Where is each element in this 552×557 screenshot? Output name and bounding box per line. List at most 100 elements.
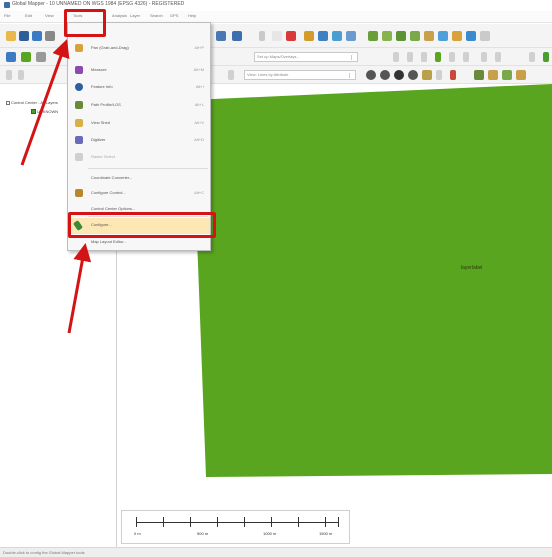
tree-item-layer[interactable]: UNKNOWN <box>31 109 58 115</box>
menu-item-measure[interactable]: Measure Alt+M <box>68 63 210 79</box>
eraser-icon[interactable] <box>272 31 282 41</box>
track-icon[interactable] <box>408 70 418 80</box>
menu-item-coordinate-converter[interactable]: Coordinate Converter... <box>68 171 210 187</box>
save-icon[interactable] <box>32 31 42 41</box>
menu-help[interactable]: Help <box>188 13 196 18</box>
open-folder-icon[interactable] <box>6 31 16 41</box>
ruler-icon[interactable] <box>436 70 442 80</box>
menu-item-shortcut: Alt+V <box>194 120 204 125</box>
grid-icon[interactable] <box>424 31 434 41</box>
zoom-full-icon[interactable] <box>332 31 342 41</box>
contour-icon[interactable] <box>382 31 392 41</box>
menu-item-shortcut: Alt+C <box>194 190 204 195</box>
view-style-select[interactable]: View: Lines by Attribute <box>244 70 356 80</box>
vector-icon[interactable] <box>21 52 31 62</box>
scale-tick <box>136 517 137 527</box>
zoom-out-icon[interactable] <box>318 31 328 41</box>
water-icon[interactable] <box>438 31 448 41</box>
menu-file[interactable]: File <box>4 13 10 18</box>
split-icon[interactable] <box>463 52 469 62</box>
scale-label: 0 m <box>134 531 141 536</box>
menu-item-shortcut: Alt+I <box>195 84 204 89</box>
connect-icon[interactable] <box>216 31 226 41</box>
menu-view[interactable]: View <box>45 13 54 18</box>
building-icon[interactable] <box>488 70 498 80</box>
layer-icon[interactable] <box>6 52 16 62</box>
scale-tick <box>325 517 326 527</box>
status-bar: Double-click to config the Global Mapper… <box>0 547 552 557</box>
scale-tick <box>338 517 339 527</box>
scale-icon[interactable] <box>529 52 535 62</box>
raster-icon <box>75 153 83 161</box>
menu-item-label: Coordinate Converter... <box>91 175 133 180</box>
chevron-right-icon[interactable] <box>480 31 490 41</box>
forest-icon[interactable] <box>502 70 512 80</box>
menu-item-label: Control Center Options... <box>91 206 136 211</box>
edit-vertex-icon[interactable] <box>449 52 455 62</box>
terrain-icon[interactable] <box>368 31 378 41</box>
globe-icon[interactable] <box>19 31 29 41</box>
info-icon <box>75 83 83 91</box>
menu-item-raster-select[interactable]: Raster Select <box>68 150 210 166</box>
window-title: Global Mapper - 10 UNNAMED ON WGS 1984 (… <box>12 1 185 7</box>
menu-item-label: Configure Control... <box>91 190 126 195</box>
control-icon <box>75 189 83 197</box>
menu-item-label: Raster Select <box>91 154 116 159</box>
menu-item-digitizer[interactable]: Digitizer Alt+D <box>68 133 210 149</box>
menu-item-label: View Shed <box>91 120 111 125</box>
star-icon[interactable] <box>516 70 526 80</box>
view3d-icon[interactable] <box>466 31 476 41</box>
configure-callout <box>68 212 216 238</box>
menu-analysis[interactable]: Analysis <box>112 13 127 18</box>
sun-icon[interactable] <box>452 31 462 41</box>
draw-area-icon[interactable] <box>407 52 413 62</box>
menu-separator <box>88 168 208 169</box>
print-icon[interactable] <box>45 31 55 41</box>
draw-point-icon[interactable] <box>421 52 427 62</box>
slope-icon[interactable] <box>410 31 420 41</box>
menu-item-path-profile[interactable]: Path Profile/LOS Alt+L <box>68 98 210 114</box>
menu-edit[interactable]: Edit <box>25 13 32 18</box>
menu-search[interactable]: Search <box>150 13 163 18</box>
menu-item-label: Feature Info <box>91 84 113 89</box>
menu-gps[interactable]: GPS <box>170 13 178 18</box>
layer-icon <box>31 109 36 115</box>
delete-icon[interactable] <box>286 31 296 41</box>
zoom-in-icon[interactable] <box>304 31 314 41</box>
gps-icon[interactable] <box>394 70 404 80</box>
elevation-icon[interactable] <box>396 31 406 41</box>
circle-tool-icon[interactable] <box>366 70 376 80</box>
tree-icon[interactable] <box>474 70 484 80</box>
zoom-extents-icon[interactable] <box>346 31 356 41</box>
pointer-icon[interactable] <box>228 70 234 80</box>
scale-tick <box>244 517 245 527</box>
maps-overlays-select-label: Set up Maps/Overlays... <box>257 54 300 59</box>
maps-overlays-select[interactable]: Set up Maps/Overlays... <box>254 52 358 62</box>
pencil-icon[interactable] <box>259 31 265 41</box>
app-icon <box>4 2 10 8</box>
menu-item-configure-control[interactable]: Configure Control... Alt+C <box>68 186 210 202</box>
record-icon[interactable] <box>380 70 390 80</box>
tree-root[interactable]: Control Center - All Layers <box>6 100 58 105</box>
map-polygon[interactable] <box>191 84 552 477</box>
hand-icon <box>75 44 83 52</box>
arrow-right-icon[interactable] <box>18 70 24 80</box>
shape-icon[interactable] <box>543 52 549 62</box>
settings-icon[interactable] <box>232 31 242 41</box>
menu-item-pan[interactable]: Pan (Grab-and-Drag) Alt+P <box>68 41 210 57</box>
marker-icon[interactable] <box>450 70 456 80</box>
arrow-left-icon[interactable] <box>6 70 12 80</box>
rotate-icon[interactable] <box>495 52 501 62</box>
scale-tick <box>298 517 299 527</box>
edit-line-icon[interactable] <box>435 52 441 62</box>
expand-icon[interactable] <box>6 100 10 105</box>
join-icon[interactable] <box>481 52 487 62</box>
profile-icon <box>75 101 83 109</box>
menu-item-feature-info[interactable]: Feature Info Alt+I <box>68 80 210 96</box>
tool-icon[interactable] <box>36 52 46 62</box>
menu-layer[interactable]: Layer <box>130 13 140 18</box>
menu-item-view-shed[interactable]: View Shed Alt+V <box>68 116 210 132</box>
flag-icon[interactable] <box>422 70 432 80</box>
draw-line-icon[interactable] <box>393 52 399 62</box>
scale-tick <box>271 517 272 527</box>
